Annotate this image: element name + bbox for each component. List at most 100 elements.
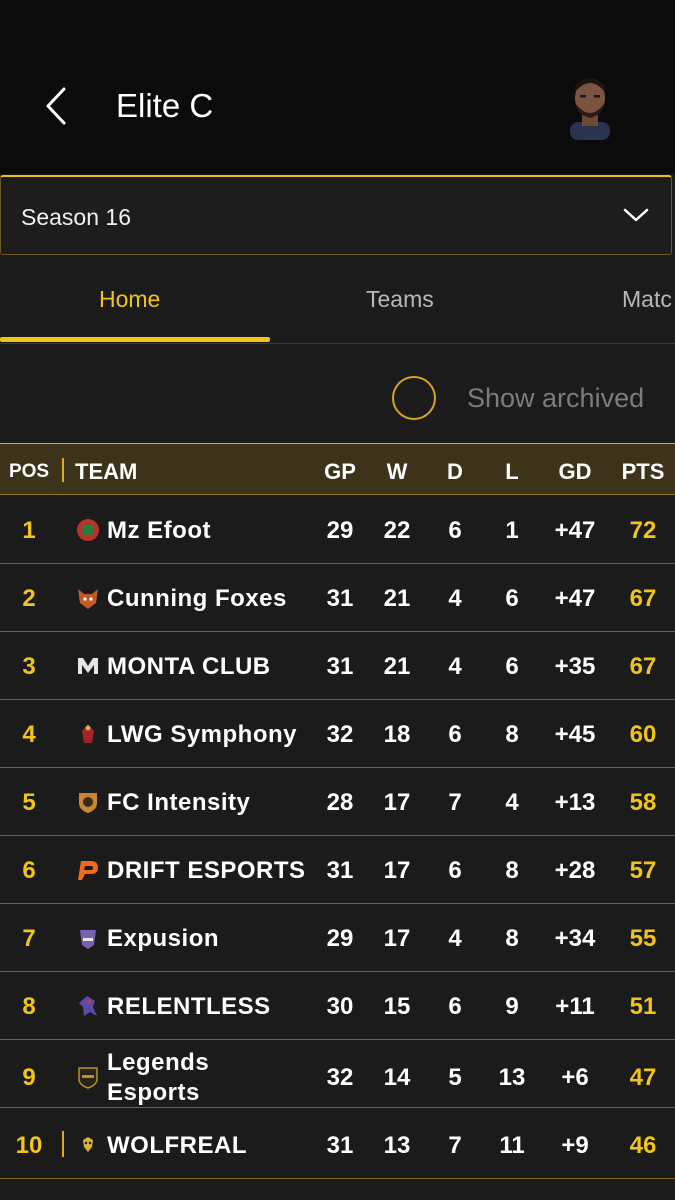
chevron-down-icon (623, 208, 649, 222)
row-gp: 29 (326, 925, 354, 952)
row-l: 9 (505, 993, 519, 1020)
row-gd: +47 (554, 517, 596, 544)
table-row[interactable]: 5 FC Intensity 28 17 7 4 +13 58 (0, 768, 675, 836)
table-row[interactable]: 2 Cunning Foxes 31 21 4 6 +47 67 (0, 564, 675, 632)
row-pos: 2 (22, 585, 36, 612)
row-d: 5 (448, 1064, 462, 1091)
row-team: Cunning Foxes (107, 585, 287, 612)
tab-matches[interactable]: Matc (622, 286, 672, 313)
table-row[interactable]: 7 Expusion 29 17 4 8 +34 55 (0, 904, 675, 972)
row-l: 8 (505, 857, 519, 884)
tab-teams[interactable]: Teams (366, 286, 434, 313)
row-l: 13 (498, 1064, 526, 1091)
row-gd: +6 (561, 1064, 589, 1091)
row-w: 18 (383, 721, 411, 748)
column-header-d: D (447, 459, 463, 484)
row-team: Mz Efoot (107, 517, 211, 544)
tab-home[interactable]: Home (99, 286, 160, 313)
user-avatar[interactable] (560, 72, 620, 140)
active-tab-indicator (0, 337, 270, 342)
column-header-pos: POS (8, 461, 50, 482)
column-header-pts: PTS (621, 459, 665, 484)
row-w: 21 (383, 585, 411, 612)
team-logo-icon (77, 519, 99, 541)
table-row[interactable]: 6 DRIFT ESPORTS 31 17 6 8 +28 57 (0, 836, 675, 904)
row-pos: 3 (22, 653, 36, 680)
row-pts: 72 (629, 517, 657, 544)
row-l: 11 (499, 1132, 525, 1159)
column-header-gp: GP (324, 459, 356, 484)
row-pos: 9 (22, 1064, 36, 1091)
row-pos: 1 (22, 517, 36, 544)
row-gp: 31 (326, 585, 354, 612)
row-w: 15 (383, 993, 411, 1020)
row-pts: 67 (629, 653, 657, 680)
tab-bar: Home Teams Matc (0, 256, 675, 344)
row-w: 21 (383, 653, 411, 680)
row-d: 4 (448, 585, 462, 612)
team-logo-icon (83, 1137, 93, 1152)
team-logo-icon (82, 724, 94, 743)
row-d: 7 (448, 1132, 462, 1159)
table-row[interactable]: 4 LWG Symphony 32 18 6 8 +45 60 (0, 700, 675, 768)
table-row[interactable]: 3 MONTA CLUB 31 21 4 6 +35 67 (0, 632, 675, 700)
row-d: 7 (448, 789, 462, 816)
row-l: 8 (505, 925, 519, 952)
row-team: LWG Symphony (107, 721, 298, 748)
row-l: 8 (505, 721, 519, 748)
back-button[interactable] (36, 84, 76, 128)
table-row[interactable]: 9 Legends Esports 32 14 5 13 +6 47 (0, 1040, 675, 1108)
table-row[interactable]: 1 Mz Efoot 29 22 6 1 +47 72 (0, 496, 675, 564)
row-team: WOLFREAL (107, 1132, 247, 1159)
team-logo-icon (78, 589, 98, 609)
team-logo-icon (79, 996, 97, 1016)
row-gp: 32 (326, 1064, 354, 1091)
table-row[interactable]: 10 WOLFREAL 31 13 7 11 +9 46 (0, 1111, 675, 1179)
row-gp: 30 (326, 993, 354, 1020)
row-d: 4 (448, 653, 462, 680)
season-select[interactable]: Season 16 (0, 175, 672, 255)
row-gd: +45 (554, 721, 596, 748)
row-team-line2: Esports (107, 1079, 200, 1106)
row-team: FC Intensity (107, 789, 251, 816)
chevron-left-icon (46, 87, 66, 125)
row-team: DRIFT ESPORTS (107, 857, 306, 884)
row-w: 22 (383, 517, 411, 544)
show-archived-radio[interactable] (392, 376, 436, 420)
column-header-gd: GD (558, 459, 592, 484)
row-pos: 6 (22, 857, 36, 884)
team-logo-icon (78, 861, 98, 880)
column-header-team: TEAM (75, 459, 138, 484)
row-gd: +13 (554, 789, 596, 816)
team-logo-icon (80, 930, 96, 949)
row-team: Expusion (107, 925, 220, 952)
column-header-l: L (505, 459, 519, 484)
row-l: 6 (505, 653, 519, 680)
row-l: 4 (505, 789, 519, 816)
row-pts: 57 (629, 857, 657, 884)
row-pos: 7 (22, 925, 36, 952)
row-gp: 32 (326, 721, 354, 748)
row-w: 17 (383, 857, 411, 884)
row-pts: 67 (629, 585, 657, 612)
column-header-w: W (386, 459, 408, 484)
row-w: 17 (383, 789, 411, 816)
row-gp: 29 (326, 517, 354, 544)
row-gp: 28 (326, 789, 354, 816)
row-d: 4 (448, 925, 462, 952)
row-team: RELENTLESS (107, 993, 271, 1020)
row-pos: 5 (22, 789, 36, 816)
header-divider (62, 458, 64, 482)
row-gd: +47 (554, 585, 596, 612)
row-pos: 4 (22, 721, 36, 748)
team-logo-icon (78, 1067, 98, 1089)
row-w: 17 (383, 925, 411, 952)
row-l: 6 (505, 585, 519, 612)
team-logo-icon (79, 793, 97, 813)
row-gp: 31 (326, 857, 354, 884)
row-d: 6 (448, 993, 462, 1020)
table-row[interactable]: 8 RELENTLESS 30 15 6 9 +11 51 (0, 972, 675, 1040)
row-gp: 31 (326, 1132, 354, 1159)
row-d: 6 (448, 721, 462, 748)
row-pts: 55 (629, 925, 657, 952)
